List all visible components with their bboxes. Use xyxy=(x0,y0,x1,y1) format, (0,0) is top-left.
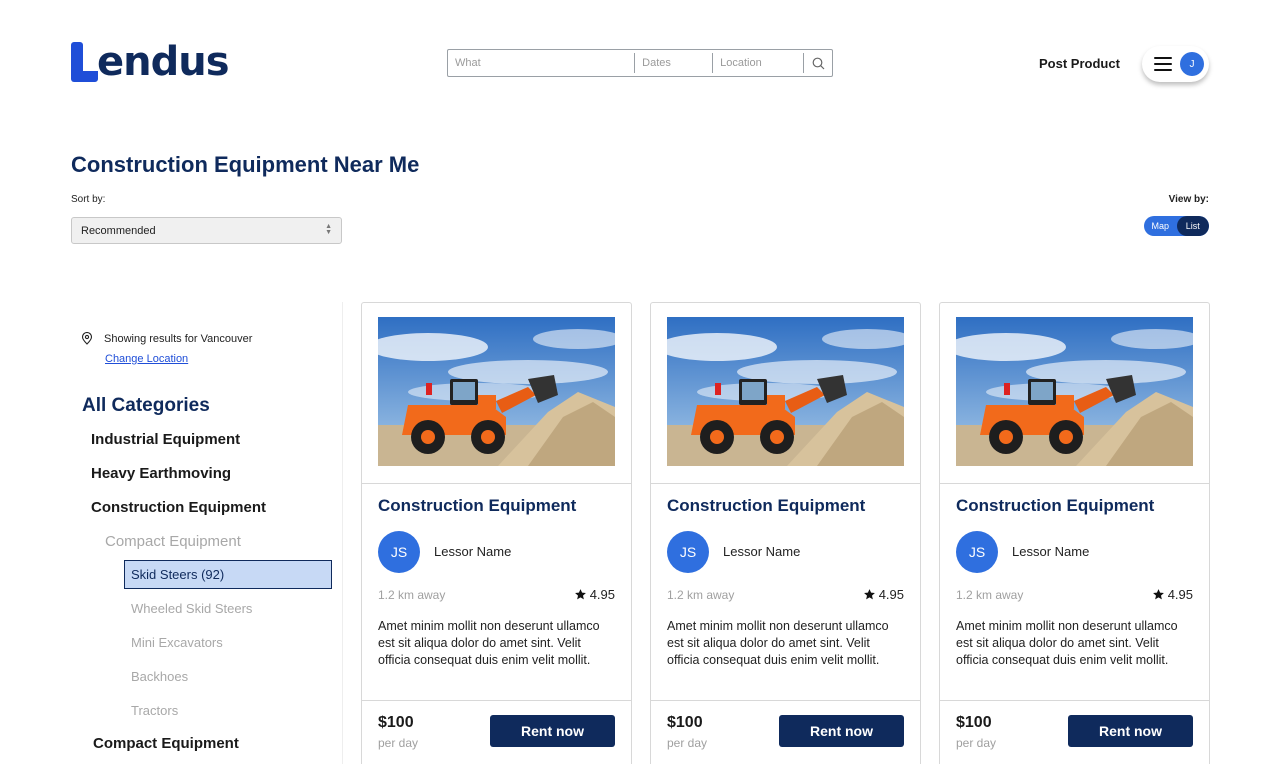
view-label: View by: xyxy=(1168,194,1209,205)
search-location-input[interactable] xyxy=(713,50,804,76)
product-image[interactable] xyxy=(667,317,904,466)
product-card[interactable]: Construction Equipment JS Lessor Name 1.… xyxy=(650,302,921,764)
sidebar-item-tractors[interactable]: Tractors xyxy=(131,703,178,718)
rating: 4.95 xyxy=(1152,587,1193,602)
rating-value: 4.95 xyxy=(1167,587,1193,602)
search-bar xyxy=(447,49,833,77)
wheel-loader-image xyxy=(667,317,904,466)
sidebar-item-mini-excavators[interactable]: Mini Excavators xyxy=(131,635,223,650)
sort-label: Sort by: xyxy=(71,194,106,205)
categories-title: All Categories xyxy=(82,395,210,416)
location-text: Showing results for Vancouver xyxy=(104,332,253,345)
price: $100 xyxy=(378,714,414,731)
search-what-input[interactable] xyxy=(448,50,635,76)
sidebar-item-backhoes[interactable]: Backhoes xyxy=(131,669,188,684)
card-divider xyxy=(362,483,631,484)
wheel-loader-image xyxy=(378,317,615,466)
price: $100 xyxy=(956,714,992,731)
view-option-map[interactable]: Map xyxy=(1144,216,1177,236)
menu-icon xyxy=(1154,57,1172,71)
card-description: Amet minim mollit non deserunt ullamco e… xyxy=(378,619,600,667)
logo-text: endus xyxy=(97,39,230,85)
card-divider xyxy=(940,483,1209,484)
price-unit: per day xyxy=(378,736,419,750)
card-title[interactable]: Construction Equipment xyxy=(956,496,1154,516)
product-image[interactable] xyxy=(956,317,1193,466)
search-button[interactable] xyxy=(804,50,832,76)
card-divider xyxy=(940,700,1209,701)
search-icon xyxy=(812,57,825,69)
lessor-avatar: JS xyxy=(667,531,709,573)
star-icon xyxy=(574,589,586,600)
page-title: Construction Equipment Near Me xyxy=(71,152,420,177)
wheel-loader-image xyxy=(956,317,1193,466)
sidebar-item-compact[interactable]: Compact Equipment xyxy=(93,735,239,752)
location-pin-icon xyxy=(81,332,93,345)
sort-select-value: Recommended xyxy=(81,224,156,237)
rating-value: 4.95 xyxy=(878,587,904,602)
product-card[interactable]: Construction Equipment JS Lessor Name 1.… xyxy=(939,302,1210,764)
avatar: J xyxy=(1180,52,1204,76)
distance-text: 1.2 km away xyxy=(378,588,446,602)
price-unit: per day xyxy=(667,736,708,750)
lessor-name: Lessor Name xyxy=(1012,544,1090,559)
card-divider xyxy=(651,700,920,701)
view-option-list[interactable]: List xyxy=(1176,216,1209,236)
rent-now-button[interactable]: Rent now xyxy=(1068,715,1193,747)
post-product-link[interactable]: Post Product xyxy=(1039,56,1120,71)
sort-select[interactable]: Recommended ▲ ▼ xyxy=(71,217,342,244)
lessor-name: Lessor Name xyxy=(723,544,801,559)
product-card[interactable]: Construction Equipment JS Lessor Name 1.… xyxy=(361,302,632,764)
product-image[interactable] xyxy=(378,317,615,466)
rating-value: 4.95 xyxy=(589,587,615,602)
search-dates-input[interactable] xyxy=(635,50,713,76)
category-sidebar: Showing results for Vancouver Change Loc… xyxy=(71,302,343,764)
user-menu-button[interactable]: J xyxy=(1142,46,1209,82)
sidebar-item-skid-steers[interactable]: Skid Steers (92) xyxy=(124,560,332,589)
lessor-avatar: JS xyxy=(378,531,420,573)
price: $100 xyxy=(667,714,703,731)
rent-now-button[interactable]: Rent now xyxy=(779,715,904,747)
card-description: Amet minim mollit non deserunt ullamco e… xyxy=(667,619,889,667)
sidebar-item-industrial[interactable]: Industrial Equipment xyxy=(91,431,240,448)
distance-text: 1.2 km away xyxy=(667,588,735,602)
logo-mark-icon xyxy=(71,42,98,82)
view-toggle: Map List xyxy=(1144,216,1209,236)
rating: 4.95 xyxy=(863,587,904,602)
card-divider xyxy=(362,700,631,701)
sidebar-item-wheeled-skid-steers[interactable]: Wheeled Skid Steers xyxy=(131,601,252,616)
lessor-name: Lessor Name xyxy=(434,544,512,559)
rating: 4.95 xyxy=(574,587,615,602)
star-icon xyxy=(1152,589,1164,600)
sidebar-item-heavy-earthmoving[interactable]: Heavy Earthmoving xyxy=(91,465,231,482)
card-divider xyxy=(651,483,920,484)
price-unit: per day xyxy=(956,736,997,750)
star-icon xyxy=(863,589,875,600)
chevron-updown-icon: ▲ ▼ xyxy=(325,223,332,236)
card-description: Amet minim mollit non deserunt ullamco e… xyxy=(956,619,1178,667)
distance-text: 1.2 km away xyxy=(956,588,1024,602)
location-row: Showing results for Vancouver xyxy=(81,332,252,345)
sidebar-item-compact-sub[interactable]: Compact Equipment xyxy=(105,533,241,550)
card-title[interactable]: Construction Equipment xyxy=(378,496,576,516)
sidebar-item-construction[interactable]: Construction Equipment xyxy=(91,499,266,516)
rent-now-button[interactable]: Rent now xyxy=(490,715,615,747)
card-title[interactable]: Construction Equipment xyxy=(667,496,865,516)
change-location-link[interactable]: Change Location xyxy=(105,353,188,365)
lessor-avatar: JS xyxy=(956,531,998,573)
lendus-logo[interactable]: endus xyxy=(71,39,230,85)
